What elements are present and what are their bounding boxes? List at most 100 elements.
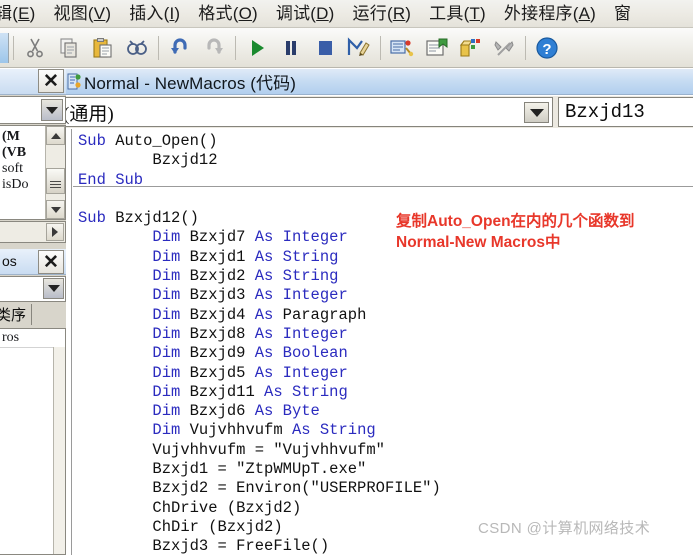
tree-item[interactable]: (M — [0, 129, 46, 145]
tree-item[interactable]: soft — [0, 161, 46, 177]
pause-icon[interactable] — [274, 31, 308, 65]
code-window-titlebar[interactable]: Normal - NewMacros (代码) — [66, 69, 693, 95]
code-editor[interactable]: Sub Auto_Open() Bzxjd12 End Sub Sub Bzxjd1… — [66, 129, 693, 555]
code-keyword: As Integer — [254, 228, 348, 247]
code-line: ChDir (Bzxjd2) — [78, 518, 441, 537]
toolbox-icon[interactable] — [487, 31, 521, 65]
code-line: Sub Bzxjd12() — [78, 209, 441, 228]
toolbar-separator — [158, 35, 159, 60]
help-icon[interactable]: ? — [530, 31, 564, 65]
copy-icon[interactable] — [52, 31, 86, 65]
code-token: Vujvhhvufm — [180, 421, 292, 440]
project-tree-horizontal-scrollbar[interactable] — [0, 221, 66, 243]
left-docked-panels: ✕ (M (VB soft isDo os ✕ 类序 ros — [0, 69, 66, 555]
menu-bar: 辑(E)视图(V)插入(I)格式(O)调试(D)运行(R)工具(T)外接程序(A… — [0, 0, 693, 28]
run-icon[interactable] — [240, 31, 274, 65]
menu-item-accelerator: E — [18, 3, 30, 23]
object-combo-dropdown-arrow[interactable] — [524, 102, 549, 123]
code-token: Bzxjd7 — [180, 228, 255, 247]
menu-item-5[interactable]: 运行(R) — [344, 0, 421, 27]
menu-item-7[interactable]: 外接程序(A) — [495, 0, 605, 27]
code-text-content[interactable]: Sub Auto_Open() Bzxjd12 End Sub Sub Bzxjd1… — [78, 132, 441, 555]
scroll-up-button[interactable] — [46, 126, 65, 145]
project-selector-combo[interactable] — [0, 96, 66, 124]
scroll-right-button[interactable] — [46, 223, 64, 241]
annotation-line2-part-b: 中 — [545, 234, 561, 251]
menu-item-1[interactable]: 视图(V) — [45, 0, 121, 27]
menu-item-0[interactable]: 辑(E) — [0, 0, 45, 27]
properties-object-dropdown-arrow[interactable] — [43, 278, 64, 299]
cut-icon[interactable] — [18, 31, 52, 65]
properties-list-scrollbar[interactable] — [53, 347, 65, 554]
object-browser-icon[interactable] — [453, 31, 487, 65]
menu-item-label: 插入 — [129, 3, 164, 23]
project-tree-vertical-scrollbar[interactable] — [45, 126, 65, 219]
code-token: Bzxjd12 — [152, 151, 218, 170]
menu-item-accelerator: D — [316, 3, 329, 23]
menu-item-accelerator: R — [392, 3, 406, 23]
toolbar-separator — [13, 35, 14, 60]
project-selector-dropdown-arrow[interactable] — [41, 99, 63, 121]
object-combo[interactable]: (通用) — [66, 97, 553, 127]
code-keyword: As Boolean — [254, 344, 348, 363]
find-icon[interactable] — [120, 31, 154, 65]
properties-window-close-button[interactable]: ✕ — [38, 250, 64, 274]
menu-item-label: 调试 — [275, 3, 311, 23]
toolbar-drag-handle[interactable] — [0, 32, 9, 63]
menu-item-6[interactable]: 工具(T) — [420, 0, 495, 27]
code-token: Bzxjd8 — [180, 324, 255, 343]
code-line: Dim Bzxjd3 As Integer — [78, 286, 441, 305]
project-tree[interactable]: (M (VB soft isDo — [0, 125, 66, 220]
undo-icon[interactable] — [163, 31, 197, 65]
scrollbar-thumb[interactable] — [46, 168, 65, 194]
code-line: Sub Auto_Open() — [78, 132, 441, 151]
menu-item-accelerator: A — [578, 3, 591, 23]
chevron-down-icon — [529, 108, 544, 117]
code-token: Bzxjd2 = Environ("USERPROFILE") — [152, 479, 441, 498]
project-explorer-close-button[interactable]: ✕ — [38, 69, 64, 93]
svg-text:?: ? — [542, 41, 551, 58]
grip-icon — [50, 180, 61, 182]
code-line: End Sub — [78, 171, 441, 190]
code-window-title: Normal - NewMacros (代码) — [84, 74, 296, 93]
redo-icon[interactable] — [197, 31, 231, 65]
code-token: Bzxjd1 — [180, 247, 255, 266]
procedure-combo[interactable]: Bzxjd13 — [558, 97, 693, 127]
properties-window-icon[interactable] — [419, 31, 453, 65]
code-line: Dim Bzxjd2 As String — [78, 267, 441, 286]
design-mode-icon[interactable] — [342, 31, 376, 65]
code-line: Dim Bzxjd11 As String — [78, 383, 441, 402]
code-token: Auto_Open() — [105, 132, 218, 150]
project-explorer-icon[interactable] — [385, 31, 419, 65]
code-line: Bzxjd12 — [78, 151, 441, 170]
code-line: Dim Vujvhhvufm As String — [78, 421, 441, 440]
paste-icon[interactable] — [86, 31, 120, 65]
menu-item-8[interactable]: 窗 — [605, 0, 640, 27]
list-item[interactable]: ros — [0, 329, 65, 348]
code-token: Paragraph — [282, 305, 367, 324]
code-token: Bzxjd3 = FreeFile() — [152, 537, 330, 555]
menu-item-3[interactable]: 格式(O) — [189, 0, 267, 27]
tree-item[interactable]: (VB — [0, 145, 46, 161]
properties-list[interactable]: ros — [0, 328, 66, 555]
properties-object-combo[interactable] — [0, 276, 66, 302]
code-keyword: As String — [254, 267, 339, 286]
code-line: Dim Bzxjd7 As Integer — [78, 228, 441, 247]
code-token: Vujvhhvufm = "Vujvhhvufm" — [152, 440, 385, 459]
scroll-down-button[interactable] — [46, 200, 65, 219]
menu-item-label: 工具 — [429, 3, 464, 23]
menu-item-2[interactable]: 插入(I) — [120, 0, 189, 27]
code-line: Dim Bzxjd5 As Integer — [78, 364, 441, 383]
menu-item-accelerator: T — [469, 3, 481, 23]
tree-item[interactable]: isDo — [0, 177, 46, 193]
tab-categorized[interactable]: 类序 — [0, 304, 33, 325]
code-keyword: Dim — [152, 363, 181, 382]
menu-item-4[interactable]: 调试(D) — [267, 0, 344, 27]
menu-item-label: 视图 — [53, 3, 88, 23]
code-keyword: End Sub — [78, 170, 144, 189]
code-token: Bzxjd3 — [180, 286, 255, 305]
code-keyword: As Integer — [254, 324, 348, 343]
code-keyword: As — [254, 305, 283, 324]
stop-icon[interactable] — [308, 31, 342, 65]
